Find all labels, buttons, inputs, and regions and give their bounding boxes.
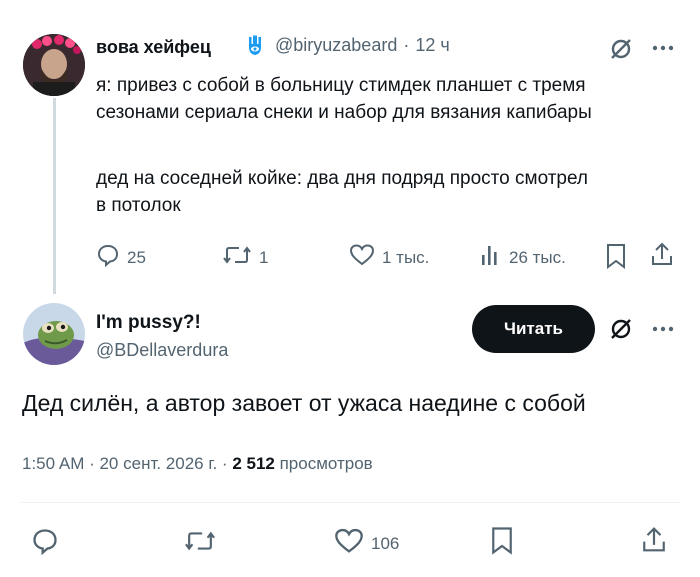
repost-button[interactable]: 1: [222, 243, 268, 272]
repost-icon[interactable]: [183, 528, 217, 554]
tweet-text-line-4: дед на соседней койке: два дня подряд пр…: [96, 168, 589, 189]
reply-count: 25: [127, 247, 146, 267]
like-count: 1 тыс.: [382, 247, 430, 267]
hamsa-badge-icon: [245, 34, 265, 58]
more-options-icon[interactable]: [651, 325, 675, 333]
reply-icon[interactable]: [31, 527, 59, 555]
author-handle[interactable]: @biryuzabeard: [275, 35, 397, 56]
heart-icon: [334, 527, 364, 560]
views-count: 26 тыс.: [509, 247, 566, 267]
views-chart-icon: [480, 243, 502, 272]
meta-separator: ·: [403, 35, 410, 55]
reply-icon: [96, 243, 120, 272]
like-button[interactable]: 1 тыс.: [349, 243, 429, 272]
reply-like-count: 106: [371, 533, 400, 553]
tweet-text-line-1: я: привез с собой в больницу стимдек пла…: [96, 75, 586, 96]
thread-connector-line: [53, 98, 56, 294]
views-button[interactable]: 26 тыс.: [480, 243, 566, 272]
reply-author-handle[interactable]: @BDellaverdura: [96, 340, 228, 361]
follow-button[interactable]: Читать: [472, 305, 595, 353]
divider: [20, 502, 680, 503]
like-button[interactable]: 106: [334, 527, 399, 560]
repost-icon: [222, 243, 252, 272]
author-name[interactable]: вова хейфец: [96, 37, 211, 58]
tweet-text-line-2: сезонами сериала снеки и набор для вязан…: [96, 102, 592, 123]
share-icon[interactable]: [641, 525, 667, 554]
grok-icon[interactable]: [609, 37, 633, 61]
reply-avatar[interactable]: [23, 303, 85, 365]
more-options-icon[interactable]: [651, 44, 675, 52]
heart-icon: [349, 243, 375, 272]
tweet-text-line-5: в потолок: [96, 195, 181, 216]
tweet-time[interactable]: 12 ч: [415, 35, 449, 56]
reply-button[interactable]: 25: [96, 243, 146, 272]
grok-icon[interactable]: [609, 317, 633, 341]
reply-author-name[interactable]: I'm pussy?!: [96, 312, 201, 334]
reply-views-count: 2 512: [232, 454, 275, 473]
bookmark-icon[interactable]: [605, 243, 627, 269]
bookmark-icon[interactable]: [490, 526, 514, 555]
repost-count: 1: [259, 247, 269, 267]
avatar[interactable]: [23, 34, 85, 96]
share-icon[interactable]: [650, 241, 674, 267]
reply-timestamp[interactable]: 1:50 AM · 20 сент. 2026 г. ·: [22, 454, 232, 473]
reply-text: Дед силён, а автор завоет от ужаса наеди…: [22, 390, 586, 416]
reply-views-label: просмотров: [274, 454, 373, 473]
